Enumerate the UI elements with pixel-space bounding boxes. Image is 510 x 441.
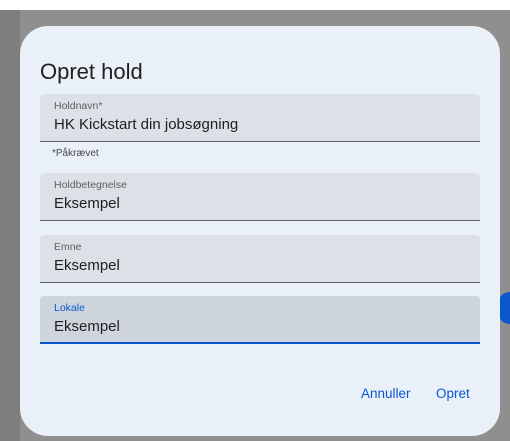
class-name-field[interactable]: Holdnavn* HK Kickstart din jobsøgning — [40, 94, 480, 142]
section-label: Holdbetegnelse — [54, 179, 127, 191]
class-name-value[interactable]: HK Kickstart din jobsøgning — [54, 116, 238, 133]
create-button[interactable]: Opret — [436, 386, 470, 401]
class-name-label: Holdnavn* — [54, 100, 103, 112]
required-helper-text: *Påkrævet — [52, 148, 99, 159]
create-class-dialog: Opret hold Holdnavn* HK Kickstart din jo… — [20, 26, 500, 436]
background-panel — [0, 10, 20, 441]
room-label: Lokale — [54, 302, 85, 314]
section-value[interactable]: Eksempel — [54, 195, 120, 212]
section-field[interactable]: Holdbetegnelse Eksempel — [40, 173, 480, 221]
cancel-button[interactable]: Annuller — [361, 386, 411, 401]
subject-field[interactable]: Emne Eksempel — [40, 235, 480, 283]
subject-value[interactable]: Eksempel — [54, 257, 120, 274]
subject-label: Emne — [54, 241, 82, 253]
room-value[interactable]: Eksempel — [54, 318, 120, 335]
room-field[interactable]: Lokale Eksempel — [40, 296, 480, 344]
top-strip — [0, 0, 510, 10]
dialog-title: Opret hold — [40, 59, 143, 84]
